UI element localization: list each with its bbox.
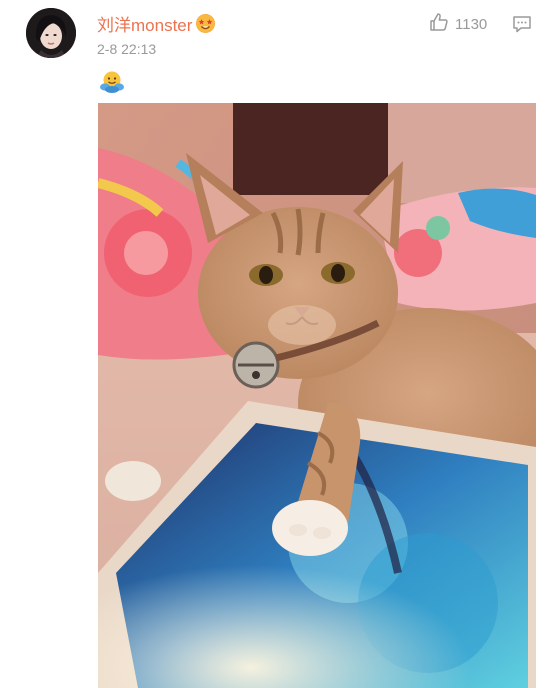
thumbs-up-icon (429, 12, 449, 37)
post-timestamp: 2-8 22:13 (97, 41, 157, 57)
like-count: 1130 (455, 15, 488, 33)
user-avatar[interactable] (26, 8, 76, 58)
hug-emoji-icon (99, 70, 125, 94)
like-button[interactable]: 1130 (429, 12, 488, 37)
cat-tablet-photo (98, 103, 536, 688)
comment-icon (512, 16, 532, 37)
comment-button[interactable] (512, 15, 532, 33)
username-link[interactable]: 刘洋monster (97, 12, 216, 35)
post-image[interactable] (98, 103, 536, 688)
username-text: 刘洋monster (97, 15, 193, 35)
star-eyes-emoji-icon (196, 13, 216, 33)
avatar-portrait (26, 8, 76, 58)
